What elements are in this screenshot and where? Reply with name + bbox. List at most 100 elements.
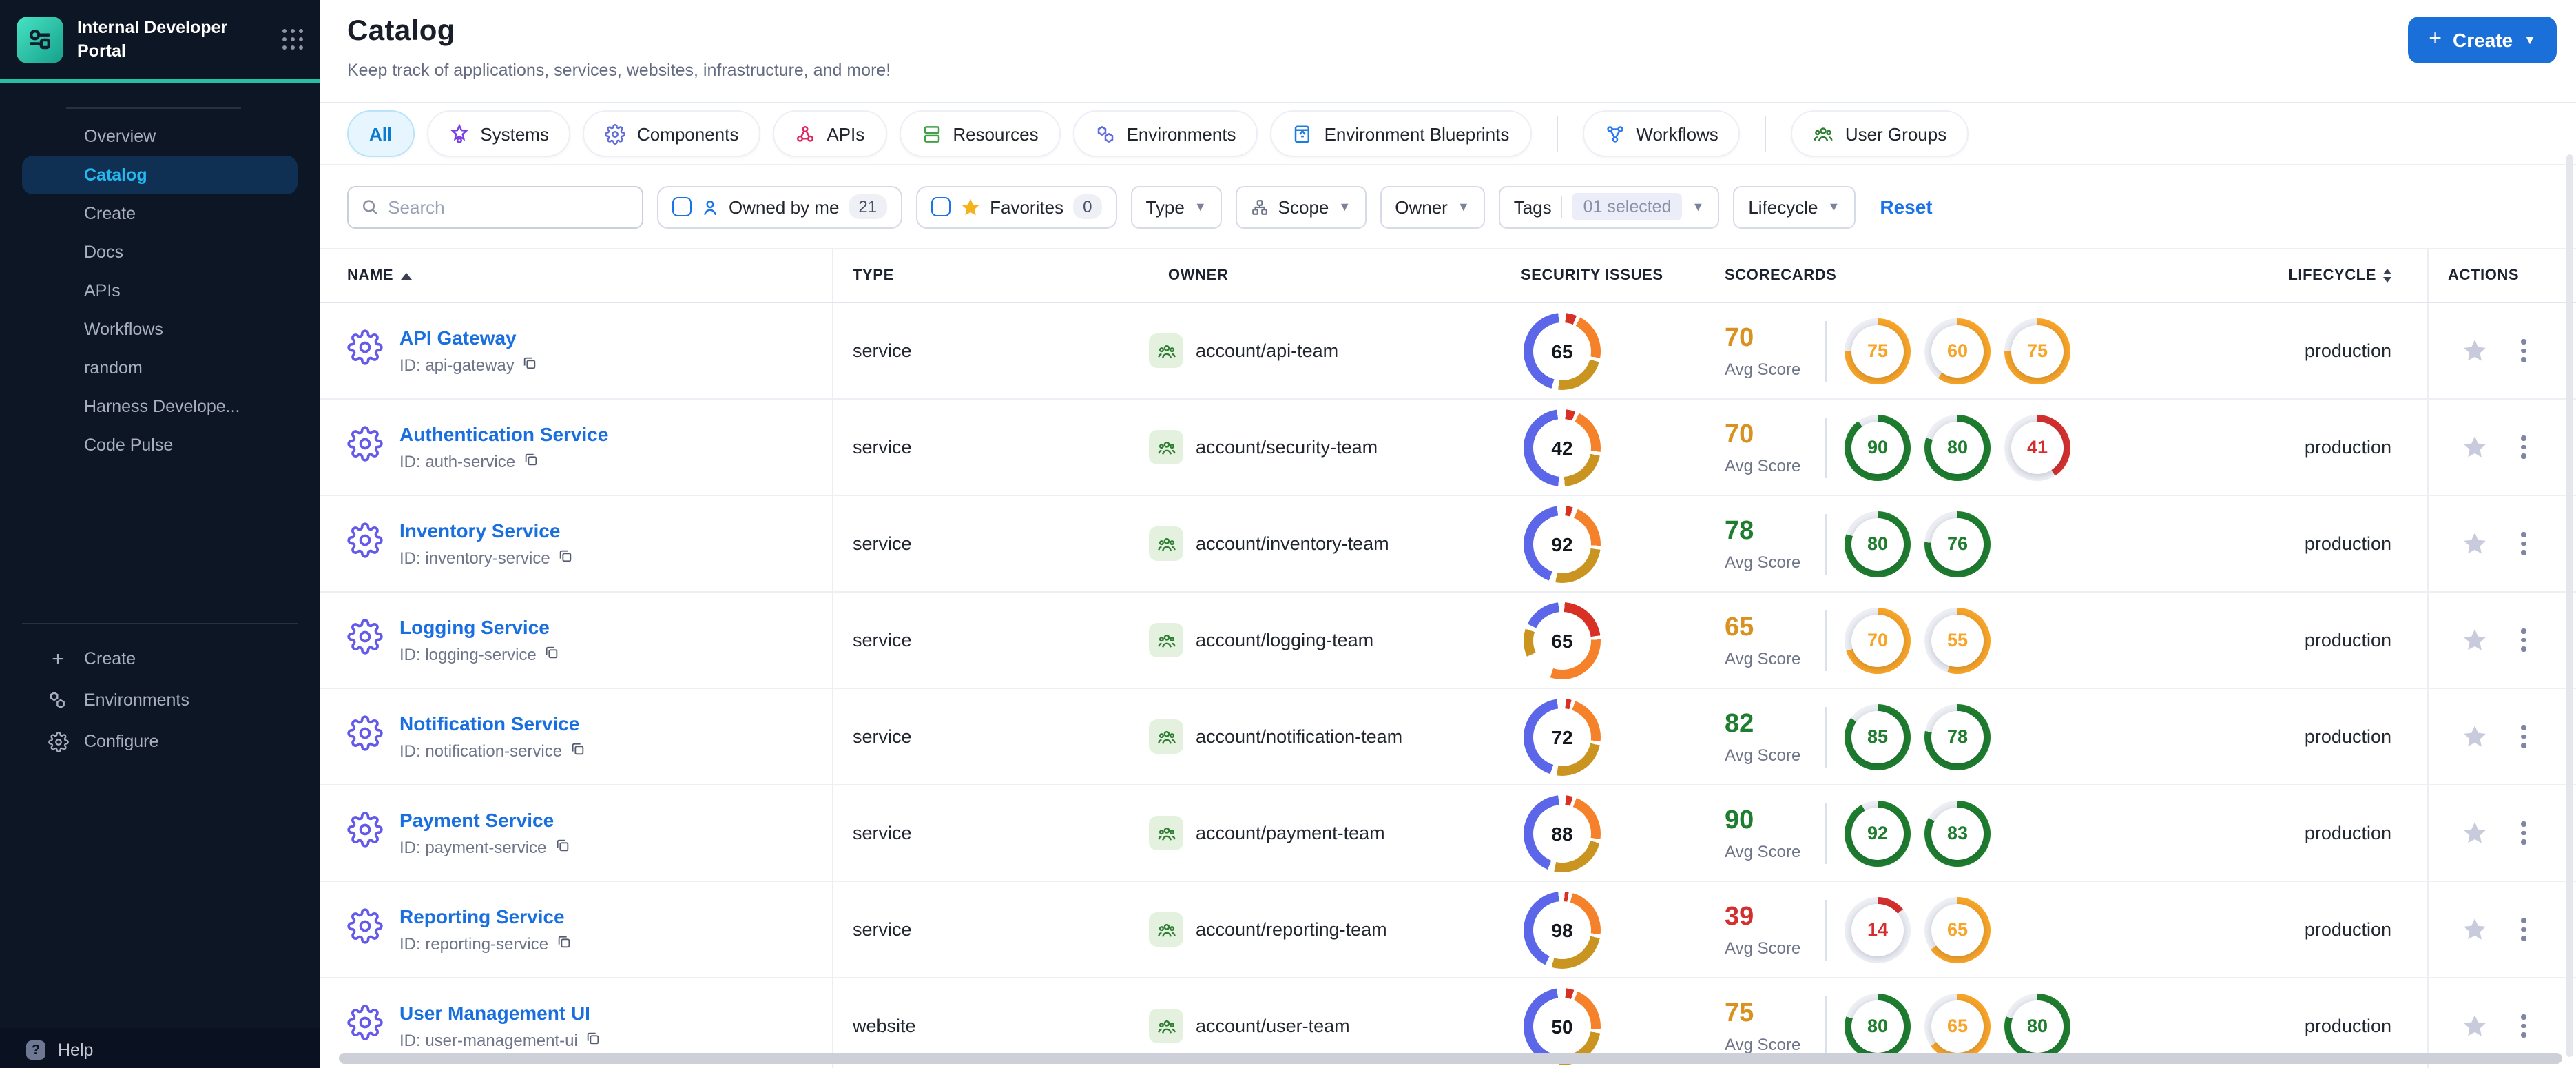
favorite-star-button[interactable] — [2462, 1013, 2488, 1039]
more-actions-button[interactable] — [2515, 527, 2531, 561]
favorites-checkbox[interactable] — [931, 197, 951, 216]
sidebar-item-create[interactable]: Create — [22, 194, 298, 233]
favorite-star-button[interactable] — [2462, 434, 2488, 460]
sidebar-item-random[interactable]: random — [22, 349, 298, 387]
scorecard-ring[interactable]: 80 — [1924, 414, 1991, 480]
sidebar-item-create[interactable]: + Create — [0, 638, 320, 679]
owner-name[interactable]: account/inventory-team — [1196, 533, 1389, 554]
favorite-star-button[interactable] — [2462, 916, 2488, 943]
horizontal-scrollbar[interactable] — [339, 1053, 2562, 1064]
entity-name-link[interactable]: Inventory Service — [399, 520, 574, 542]
scorecard-ring[interactable]: 41 — [2004, 414, 2070, 480]
entity-name-link[interactable]: Notification Service — [399, 712, 585, 735]
copy-icon[interactable] — [523, 452, 539, 471]
sidebar-item-environments[interactable]: Environments — [0, 679, 320, 721]
scope-dropdown[interactable]: Scope ▼ — [1235, 185, 1367, 228]
owner-name[interactable]: account/reporting-team — [1196, 919, 1387, 940]
tab-systems[interactable]: Systems — [426, 110, 571, 157]
sidebar-item-apis[interactable]: APIs — [22, 271, 298, 310]
security-issues-donut[interactable]: 65 — [1524, 312, 1601, 389]
scorecard-ring[interactable]: 70 — [1845, 607, 1911, 673]
tab-all[interactable]: All — [347, 110, 415, 157]
owned-by-me-checkbox[interactable] — [672, 197, 692, 216]
scorecard-ring[interactable]: 90 — [1845, 414, 1911, 480]
owned-by-me-filter[interactable]: Owned by me 21 — [657, 185, 902, 228]
favorite-star-button[interactable] — [2462, 820, 2488, 846]
sidebar-item-configure[interactable]: Configure — [0, 721, 320, 762]
scorecard-ring[interactable]: 80 — [1845, 511, 1911, 577]
scorecard-ring[interactable]: 76 — [1924, 511, 1991, 577]
owner-dropdown[interactable]: Owner ▼ — [1380, 185, 1485, 228]
scorecard-ring[interactable]: 75 — [2004, 318, 2070, 384]
sidebar-item-catalog[interactable]: Catalog — [22, 156, 298, 194]
entity-name-link[interactable]: User Management UI — [399, 1002, 601, 1024]
scorecard-ring[interactable]: 80 — [1845, 993, 1911, 1059]
more-actions-button[interactable] — [2515, 913, 2531, 947]
security-issues-donut[interactable]: 88 — [1524, 794, 1601, 872]
owner-name[interactable]: account/notification-team — [1196, 726, 1402, 747]
tab-resources[interactable]: Resources — [899, 110, 1061, 157]
copy-icon[interactable] — [523, 356, 538, 375]
owner-name[interactable]: account/api-team — [1196, 340, 1338, 361]
scorecard-ring[interactable]: 92 — [1845, 800, 1911, 866]
lifecycle-dropdown[interactable]: Lifecycle ▼ — [1733, 185, 1856, 228]
type-dropdown[interactable]: Type ▼ — [1130, 185, 1222, 228]
security-issues-donut[interactable]: 65 — [1524, 602, 1601, 679]
scorecard-ring[interactable]: 80 — [2004, 993, 2070, 1059]
copy-icon[interactable] — [545, 645, 560, 664]
scorecard-ring[interactable]: 85 — [1845, 704, 1911, 770]
scorecard-ring[interactable]: 75 — [1845, 318, 1911, 384]
entity-name-link[interactable]: Logging Service — [399, 616, 560, 638]
more-actions-button[interactable] — [2515, 334, 2531, 368]
entity-name-link[interactable]: API Gateway — [399, 327, 538, 349]
owner-name[interactable]: account/user-team — [1196, 1016, 1350, 1036]
app-grid-icon[interactable] — [282, 28, 303, 50]
security-issues-donut[interactable]: 50 — [1524, 987, 1601, 1065]
scorecard-ring[interactable]: 65 — [1924, 896, 1991, 963]
help-label[interactable]: Help — [58, 1040, 93, 1060]
owner-name[interactable]: account/logging-team — [1196, 630, 1373, 650]
tags-dropdown[interactable]: Tags 01 selected ▼ — [1498, 185, 1720, 228]
favorite-star-button[interactable] — [2462, 338, 2488, 364]
entity-name-link[interactable]: Authentication Service — [399, 423, 608, 445]
column-header-lifecycle[interactable]: LIFECYCLE — [2152, 249, 2427, 302]
scorecard-ring[interactable]: 78 — [1924, 704, 1991, 770]
scorecard-ring[interactable]: 60 — [1924, 318, 1991, 384]
sidebar-item-code-pulse[interactable]: Code Pulse — [22, 426, 298, 464]
scorecard-ring[interactable]: 14 — [1845, 896, 1911, 963]
security-issues-donut[interactable]: 98 — [1524, 891, 1601, 968]
tab-environments[interactable]: Environments — [1072, 110, 1258, 157]
search-input[interactable] — [388, 196, 630, 217]
vertical-scrollbar[interactable] — [2566, 154, 2573, 1057]
favorite-star-button[interactable] — [2462, 627, 2488, 653]
sidebar-item-harness-develope[interactable]: Harness Develope... — [22, 387, 298, 426]
favorite-star-button[interactable] — [2462, 531, 2488, 557]
more-actions-button[interactable] — [2515, 624, 2531, 657]
copy-icon[interactable] — [559, 548, 574, 568]
favorites-filter[interactable]: Favorites 0 — [915, 185, 1117, 228]
create-button[interactable]: + Create ▼ — [2408, 17, 2557, 63]
tab-apis[interactable]: APIs — [773, 110, 887, 157]
column-header-name[interactable]: NAME — [320, 249, 833, 302]
favorite-star-button[interactable] — [2462, 723, 2488, 750]
tab-user-groups[interactable]: User Groups — [1791, 110, 1969, 157]
scorecard-ring[interactable]: 65 — [1924, 993, 1991, 1059]
more-actions-button[interactable] — [2515, 1009, 2531, 1043]
sidebar-item-workflows[interactable]: Workflows — [22, 310, 298, 349]
tab-workflows[interactable]: Workflows — [1582, 110, 1741, 157]
tab-components[interactable]: Components — [583, 110, 761, 157]
security-issues-donut[interactable]: 72 — [1524, 698, 1601, 775]
scorecard-ring[interactable]: 83 — [1924, 800, 1991, 866]
copy-icon[interactable] — [554, 838, 570, 857]
entity-name-link[interactable]: Payment Service — [399, 809, 570, 831]
copy-icon[interactable] — [557, 934, 572, 954]
sidebar-item-overview[interactable]: Overview — [22, 117, 298, 156]
entity-name-link[interactable]: Reporting Service — [399, 905, 572, 927]
owner-name[interactable]: account/security-team — [1196, 437, 1378, 458]
more-actions-button[interactable] — [2515, 431, 2531, 464]
more-actions-button[interactable] — [2515, 720, 2531, 754]
copy-icon[interactable] — [570, 741, 585, 761]
sidebar-item-docs[interactable]: Docs — [22, 233, 298, 271]
owner-name[interactable]: account/payment-team — [1196, 823, 1385, 843]
security-issues-donut[interactable]: 42 — [1524, 409, 1601, 486]
